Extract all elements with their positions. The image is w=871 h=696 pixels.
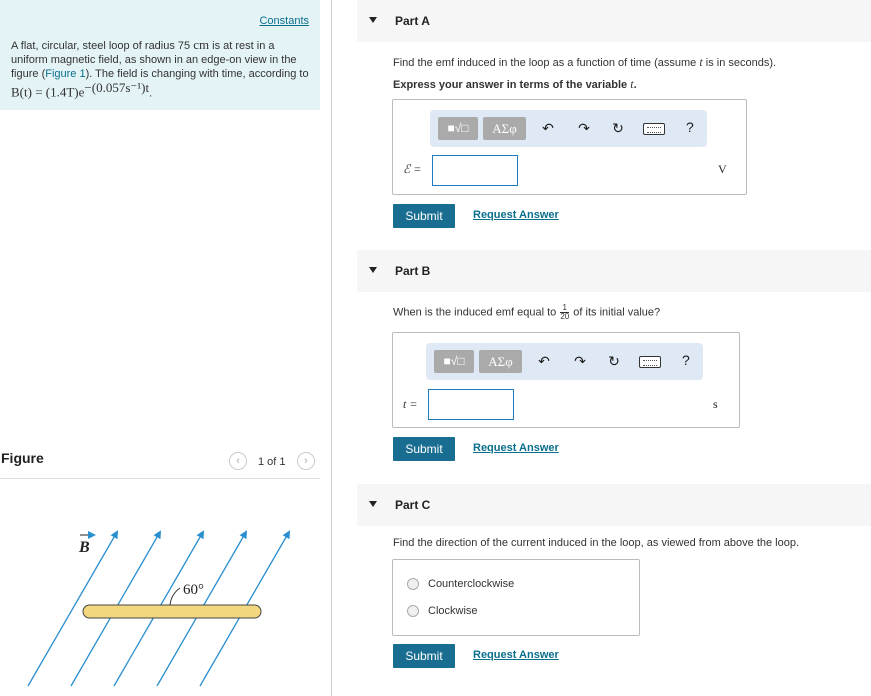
part-a-instruction-end: .: [633, 79, 637, 91]
part-b-math-toolbar: ■√□ ΑΣφ ↶ ↷ ↻ ?: [426, 343, 703, 380]
part-a-variable-label: ℰ =: [403, 162, 422, 176]
keyboard-icon[interactable]: [639, 356, 661, 368]
help-icon[interactable]: ?: [686, 119, 694, 135]
problem-text-1: A flat, circular, steel loop of radius 7…: [11, 40, 194, 52]
field-equation: B(t) = (1.4T)e: [11, 84, 85, 100]
choice-label[interactable]: Counterclockwise: [428, 578, 514, 590]
part-c-prompt: Find the direction of the current induce…: [393, 537, 800, 549]
templates-button[interactable]: ■√□: [438, 117, 478, 140]
choice-label[interactable]: Clockwise: [428, 605, 478, 617]
field-label: B: [78, 539, 90, 556]
constants-link[interactable]: Constants: [259, 15, 309, 27]
left-panel: Constants A flat, circular, steel loop o…: [0, 0, 332, 696]
angle-label: 60°: [183, 582, 204, 598]
part-b-unit: s: [713, 397, 718, 411]
part-b-prompt-text: When is the induced emf equal to: [393, 306, 560, 319]
part-b-answer-box: ■√□ ΑΣφ ↶ ↷ ↻ ? t = s: [392, 332, 740, 428]
problem-text-4: .: [149, 87, 153, 100]
redo-icon[interactable]: ↷: [576, 120, 592, 136]
radio-button[interactable]: [407, 578, 419, 590]
part-a-instruction-text: Express your answer in terms of the vari…: [393, 79, 631, 91]
figure-1-link[interactable]: Figure 1: [45, 68, 85, 80]
part-a-math-toolbar: ■√□ ΑΣφ ↶ ↷ ↻ ?: [430, 110, 707, 147]
problem-text: A flat, circular, steel loop of radius 7…: [11, 38, 311, 101]
undo-icon[interactable]: ↶: [536, 353, 552, 369]
part-b-header[interactable]: Part B: [357, 250, 871, 292]
figure-title: Figure: [1, 450, 44, 466]
figure-diagram: 60° B: [27, 530, 291, 687]
part-c-choices-box: Counterclockwise Clockwise: [392, 559, 640, 636]
help-icon[interactable]: ?: [682, 352, 690, 368]
part-a-prompt: Find the emf induced in the loop as a fu…: [393, 55, 776, 70]
previous-figure-button[interactable]: ‹: [229, 452, 247, 470]
collapse-arrow-icon[interactable]: [369, 17, 377, 23]
fraction: 1 20: [560, 304, 570, 321]
keyboard-icon[interactable]: [643, 123, 665, 135]
radio-button[interactable]: [407, 605, 419, 617]
field-equation-exponent: −(0.057s⁻¹)t: [84, 80, 150, 95]
fraction-denominator: 20: [560, 312, 570, 321]
part-c-header[interactable]: Part C: [357, 484, 871, 526]
part-b-answer-input[interactable]: [428, 389, 514, 420]
next-figure-button[interactable]: ›: [297, 452, 315, 470]
figure-page-indicator: 1 of 1: [258, 456, 286, 468]
part-b-request-answer-link[interactable]: Request Answer: [473, 442, 559, 454]
templates-button[interactable]: ■√□: [434, 350, 474, 373]
part-a-instruction: Express your answer in terms of the vari…: [393, 77, 637, 92]
angle-arc: [169, 587, 181, 606]
redo-icon[interactable]: ↷: [572, 353, 588, 369]
part-a-request-answer-link[interactable]: Request Answer: [473, 209, 559, 221]
collapse-arrow-icon[interactable]: [369, 501, 377, 507]
part-a-unit: V: [718, 162, 727, 176]
part-b-prompt: When is the induced emf equal to 1 20 of …: [393, 304, 660, 321]
part-a-prompt-text-end: is in seconds).: [702, 57, 777, 69]
part-a-answer-input[interactable]: [432, 155, 518, 186]
problem-text-3: ). The field is changing with time, acco…: [85, 68, 309, 80]
part-a-submit-button[interactable]: Submit: [393, 204, 455, 228]
part-a-header[interactable]: Part A: [357, 0, 871, 42]
part-a-answer-box: ■√□ ΑΣφ ↶ ↷ ↻ ? ℰ = V: [392, 99, 747, 195]
steel-loop-edge-view: [82, 604, 262, 619]
part-c-title: Part C: [395, 498, 431, 512]
collapse-arrow-icon[interactable]: [369, 267, 377, 273]
reset-icon[interactable]: ↻: [606, 353, 622, 369]
part-b-title: Part B: [395, 264, 431, 278]
part-b-prompt-text-end: of its initial value?: [570, 306, 661, 319]
part-a-prompt-text: Find the emf induced in the loop as a fu…: [393, 57, 700, 69]
greek-symbols-button[interactable]: ΑΣφ: [483, 117, 526, 140]
greek-symbols-button[interactable]: ΑΣφ: [479, 350, 522, 373]
part-b-submit-button[interactable]: Submit: [393, 437, 455, 461]
problem-statement-box: Constants A flat, circular, steel loop o…: [0, 0, 320, 110]
radius-unit: cm: [193, 37, 210, 52]
part-c-request-answer-link[interactable]: Request Answer: [473, 649, 559, 661]
figure-header: Figure ‹ 1 of 1 ›: [0, 450, 320, 479]
reset-icon[interactable]: ↻: [610, 120, 626, 136]
undo-icon[interactable]: ↶: [540, 120, 556, 136]
part-a-title: Part A: [395, 14, 430, 28]
part-c-submit-button[interactable]: Submit: [393, 644, 455, 668]
part-b-variable-label: t =: [403, 397, 418, 411]
